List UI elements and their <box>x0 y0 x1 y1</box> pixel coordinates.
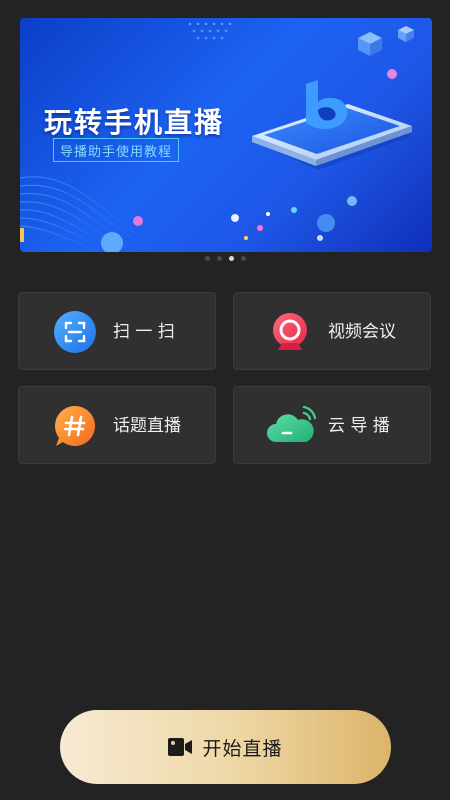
cloud-broadcast-icon <box>267 405 316 442</box>
video-meeting-tile[interactable]: 视频会议 <box>233 292 431 370</box>
start-live-label: 开始直播 <box>202 737 283 760</box>
banner-title: 玩转手机直播 <box>44 106 225 139</box>
carousel-dot-1[interactable] <box>204 256 210 261</box>
start-live-button[interactable]: 开始直播 <box>60 710 391 784</box>
banner-subtitle: 导播助手使用教程 <box>60 144 173 160</box>
topic-live-label: 话题直播 <box>113 416 181 436</box>
scan-label: 扫 一 扫 <box>113 322 175 342</box>
banner-subtitle-frame: 导播助手使用教程 <box>53 138 180 162</box>
cloud-director-tile[interactable]: 云 导 播 <box>233 386 431 464</box>
carousel-dot-2[interactable] <box>216 256 222 261</box>
carousel-dot-3[interactable] <box>228 256 234 261</box>
promo-banner[interactable]: 玩转手机直播 导播助手使用教程 <box>20 18 432 252</box>
carousel-indicator <box>0 256 450 261</box>
scan-icon <box>54 311 96 353</box>
phone-illustration <box>252 80 412 170</box>
screen: 玩转手机直播 导播助手使用教程 扫 一 扫 视频会议 话题直播 云 导 播 开始… <box>0 0 450 800</box>
webcam-icon <box>273 313 307 350</box>
topic-live-tile[interactable]: 话题直播 <box>18 386 216 464</box>
hashtag-chat-icon <box>54 406 95 446</box>
video-camera-icon <box>168 738 193 756</box>
scan-tile[interactable]: 扫 一 扫 <box>18 292 216 370</box>
video-meeting-label: 视频会议 <box>328 322 396 342</box>
cloud-director-label: 云 导 播 <box>328 416 390 436</box>
carousel-dot-4[interactable] <box>240 256 246 261</box>
